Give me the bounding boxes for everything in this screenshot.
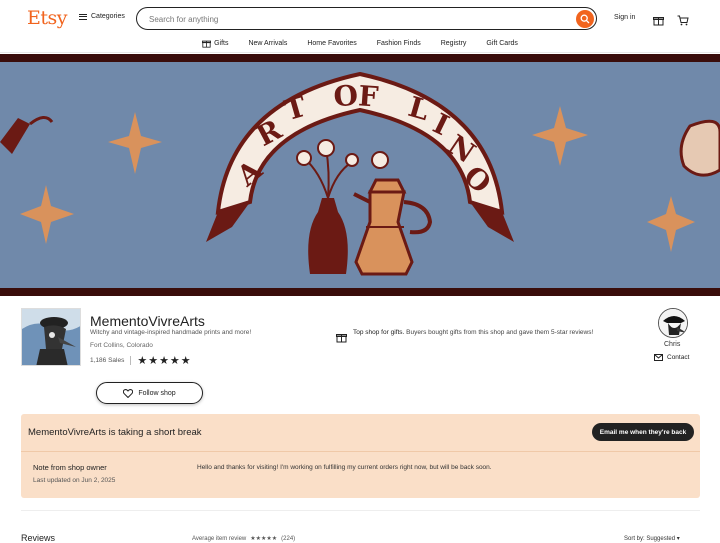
top-nav: Gifts New Arrivals Home Favorites Fashio…: [0, 36, 720, 50]
nav-item-gifts[interactable]: Gifts: [202, 36, 228, 50]
svg-text:F: F: [357, 79, 379, 113]
note-updated: Last updated on Jun 2, 2025: [33, 477, 116, 484]
gift-icon: [202, 40, 212, 48]
average-stars: ★★★★★: [250, 536, 278, 542]
nav-label: Fashion Finds: [376, 39, 421, 47]
top-shop-badge: Top shop for gifts. Buyers bought gifts …: [336, 328, 626, 343]
shop-banner: A R T O F L I N O: [0, 54, 720, 296]
email-when-back-button[interactable]: Email me when they're back: [592, 423, 694, 441]
top-shop-bold: Top shop for gifts.: [353, 329, 405, 336]
top-shop-text: Top shop for gifts. Buyers bought gifts …: [353, 328, 593, 343]
note-title: Note from shop owner: [33, 463, 107, 472]
owner-name: Chris: [664, 341, 681, 348]
review-count: (224): [281, 535, 296, 542]
shop-tagline: Witchy and vintage-inspired handmade pri…: [90, 329, 252, 336]
gift-icon: [336, 334, 347, 343]
search-button[interactable]: [576, 9, 594, 28]
nav-item-registry[interactable]: Registry: [441, 36, 467, 50]
nav-item-new-arrivals[interactable]: New Arrivals: [248, 36, 287, 50]
etsy-logo[interactable]: Etsy: [27, 7, 68, 29]
divider: [130, 356, 132, 365]
categories-button[interactable]: Categories: [79, 13, 125, 20]
divider: [21, 451, 700, 452]
sign-in-link[interactable]: Sign in: [614, 14, 635, 21]
nav-label: Registry: [440, 39, 467, 47]
note-message: Hello and thanks for visiting! I'm worki…: [197, 464, 492, 471]
follow-label: Follow shop: [138, 389, 176, 397]
follow-shop-button[interactable]: Follow shop: [96, 382, 203, 404]
owner-avatar[interactable]: [658, 308, 688, 338]
search-icon: [580, 14, 590, 23]
nav-label: Gifts: [214, 39, 229, 47]
shop-sales: 1,186 Sales ★★★★★: [90, 354, 192, 367]
nav-label: Home Favorites: [307, 39, 357, 47]
gift-icon[interactable]: [653, 13, 664, 31]
rating-stars[interactable]: ★★★★★: [137, 354, 191, 367]
break-title: MementoVivreArts is taking a short break: [28, 427, 202, 438]
nav-item-home-favorites[interactable]: Home Favorites: [307, 36, 356, 50]
average-label: Average item review: [192, 535, 247, 542]
shop-avatar[interactable]: [21, 308, 81, 366]
reviews-title: Reviews: [21, 533, 56, 543]
search-input[interactable]: [147, 11, 571, 28]
divider: [0, 52, 720, 53]
divider: [21, 510, 700, 511]
cart-icon[interactable]: [677, 13, 689, 31]
sort-dropdown[interactable]: Sort by: Suggested ▾: [624, 535, 680, 542]
sales-count: 1,186 Sales: [90, 357, 125, 364]
nav-item-gift-cards[interactable]: Gift Cards: [486, 36, 518, 50]
shop-location: Fort Collins, Colorado: [90, 342, 153, 349]
menu-icon: [79, 13, 87, 20]
contact-label: Contact: [667, 354, 690, 361]
nav-label: Gift Cards: [486, 39, 518, 47]
contact-button[interactable]: Contact: [654, 354, 689, 361]
nav-item-fashion-finds[interactable]: Fashion Finds: [377, 36, 421, 50]
categories-label: Categories: [91, 13, 125, 20]
top-shop-desc: Buyers bought gifts from this shop and g…: [406, 329, 594, 336]
banner-artwork: A R T O F L I N O: [0, 62, 720, 288]
mail-icon: [654, 354, 663, 361]
average-review: Average item review ★★★★★ (224): [192, 535, 296, 543]
heart-icon: [123, 388, 134, 398]
svg-text:O: O: [332, 79, 359, 114]
nav-label: New Arrivals: [248, 39, 288, 47]
shop-name: MementoVivreArts: [90, 313, 205, 329]
search-bar: [136, 7, 597, 30]
